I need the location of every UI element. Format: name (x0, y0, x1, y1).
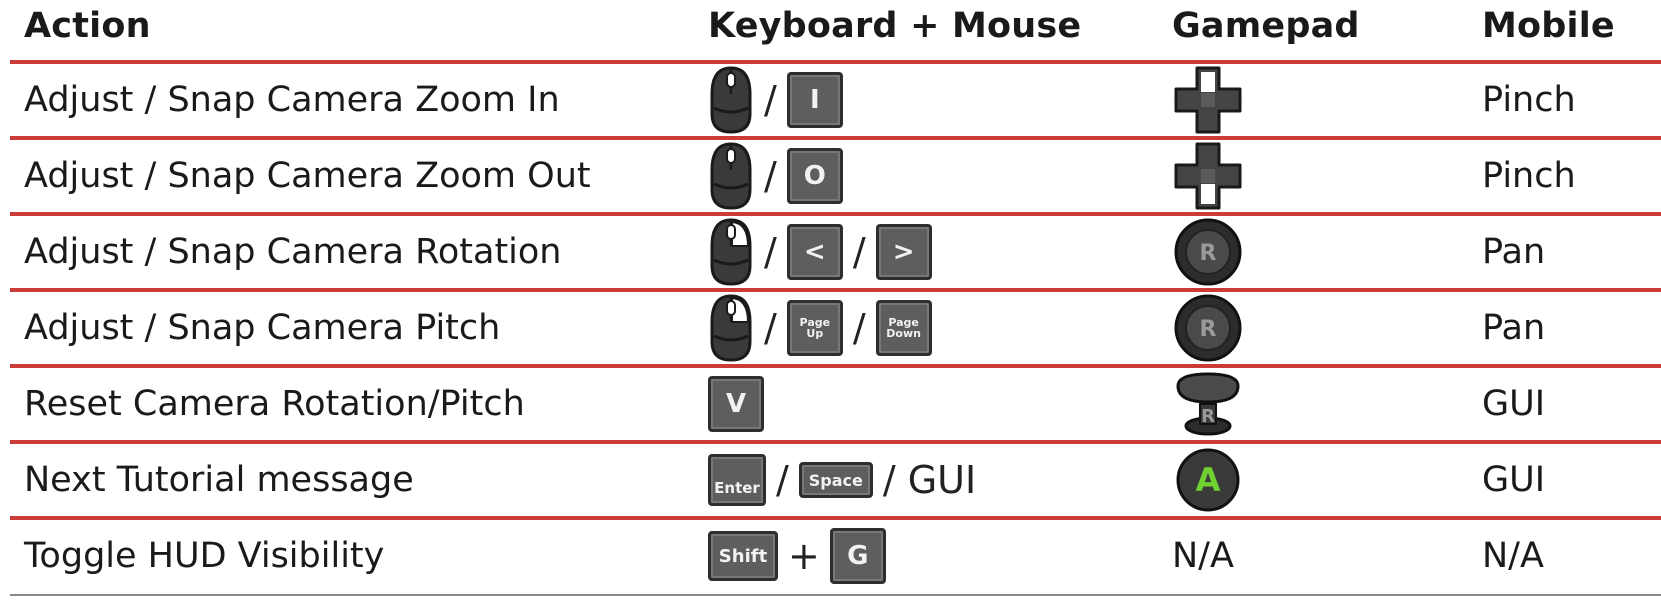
separator: / (776, 458, 789, 502)
mobile-cell: Pan (1482, 308, 1546, 348)
keycap-icon: V (708, 376, 764, 432)
separator: + (788, 534, 820, 578)
mouse-wheel-icon (710, 142, 752, 210)
keycap-icon: Shift (708, 531, 778, 581)
action-cell: Adjust / Snap Camera Zoom Out (24, 156, 591, 196)
header-gamepad: Gamepad (1172, 6, 1360, 46)
keycap-icon: Page Down (875, 300, 932, 356)
table-row: Reset Camera Rotation/Pitch V R GUI (0, 368, 1661, 444)
gamepad-cell (1172, 64, 1244, 136)
mobile-cell: GUI (1482, 384, 1546, 424)
action-cell: Next Tutorial message (24, 460, 414, 500)
keycap-icon: Space (798, 462, 873, 498)
mobile-cell: N/A (1482, 536, 1544, 576)
svg-text:R: R (1200, 241, 1217, 266)
gamepad-cell: R (1172, 216, 1244, 288)
mouse-wheel-icon (710, 66, 752, 134)
separator: / (852, 230, 866, 274)
gamepad-text: N/A (1172, 536, 1234, 576)
gamepad-cell: R (1172, 368, 1244, 440)
keycap-icon: Enter (708, 454, 766, 506)
action-cell: Reset Camera Rotation/Pitch (24, 384, 525, 424)
dpad-up-icon (1174, 66, 1242, 134)
separator: / (764, 230, 777, 274)
table-row: Toggle HUD Visibility Shift + G N/A N/A (0, 520, 1661, 596)
keyboard-mouse-cell: / I (708, 64, 843, 136)
keycap-icon: Page Up (786, 300, 843, 356)
keyboard-mouse-cell: Shift + G (708, 520, 886, 592)
separator: / (764, 78, 777, 122)
separator: / GUI (882, 458, 977, 502)
action-cell: Adjust / Snap Camera Rotation (24, 232, 562, 272)
gamepad-cell: R (1172, 292, 1244, 364)
dpad-down-icon (1174, 142, 1242, 210)
a-button-icon: A (1176, 448, 1240, 512)
gamepad-cell: N/A (1172, 520, 1234, 592)
action-cell: Toggle HUD Visibility (24, 536, 385, 576)
separator: / (764, 154, 777, 198)
keyboard-mouse-cell: / Page Up / Page Down (708, 292, 932, 364)
keycap-icon: G (829, 528, 886, 584)
mouse-right-button-icon (710, 294, 752, 362)
header-action: Action (24, 6, 151, 46)
keycap-icon: O (786, 148, 843, 204)
keyboard-mouse-cell: V (708, 368, 764, 440)
keyboard-mouse-cell: Enter / Space / GUI (708, 444, 978, 516)
header-mobile: Mobile (1482, 6, 1615, 46)
keycap-icon: I (786, 72, 843, 128)
right-stick-press-icon: R (1176, 372, 1240, 436)
table-row: Next Tutorial message Enter / Space / GUI A GU… (0, 444, 1661, 520)
keycap-icon: > (875, 224, 932, 280)
action-cell: Adjust / Snap Camera Zoom In (24, 80, 560, 120)
table-header: Action Keyboard + Mouse Gamepad Mobile (0, 0, 1661, 64)
mobile-cell: Pinch (1482, 156, 1576, 196)
keyboard-mouse-cell: / O (708, 140, 843, 212)
separator: / (764, 306, 777, 350)
right-stick-icon: R (1174, 294, 1242, 362)
controls-table: Action Keyboard + Mouse Gamepad Mobile A… (0, 0, 1661, 596)
gamepad-cell: A (1172, 444, 1244, 516)
gamepad-cell (1172, 140, 1244, 212)
table-row: Adjust / Snap Camera Zoom Out / O Pinch (0, 140, 1661, 216)
mobile-cell: GUI (1482, 460, 1546, 500)
svg-text:R: R (1201, 406, 1215, 427)
header-divider (10, 60, 1661, 64)
table-row: Adjust / Snap Camera Rotation / < / > R Pan (0, 216, 1661, 292)
right-stick-icon: R (1174, 218, 1242, 286)
mouse-right-button-icon (710, 218, 752, 286)
keycap-icon: < (786, 224, 843, 280)
keyboard-mouse-cell: / < / > (708, 216, 932, 288)
svg-text:A: A (1196, 461, 1221, 499)
mobile-cell: Pan (1482, 232, 1546, 272)
table-row: Adjust / Snap Camera Zoom In / I Pinch (0, 64, 1661, 140)
mobile-cell: Pinch (1482, 80, 1576, 120)
separator: / (852, 306, 866, 350)
svg-text:R: R (1200, 317, 1217, 342)
table-row: Adjust / Snap Camera Pitch / Page Up / Page … (0, 292, 1661, 368)
header-keyboard-mouse: Keyboard + Mouse (708, 6, 1082, 46)
table-bottom-rule (10, 594, 1661, 596)
action-cell: Adjust / Snap Camera Pitch (24, 308, 501, 348)
